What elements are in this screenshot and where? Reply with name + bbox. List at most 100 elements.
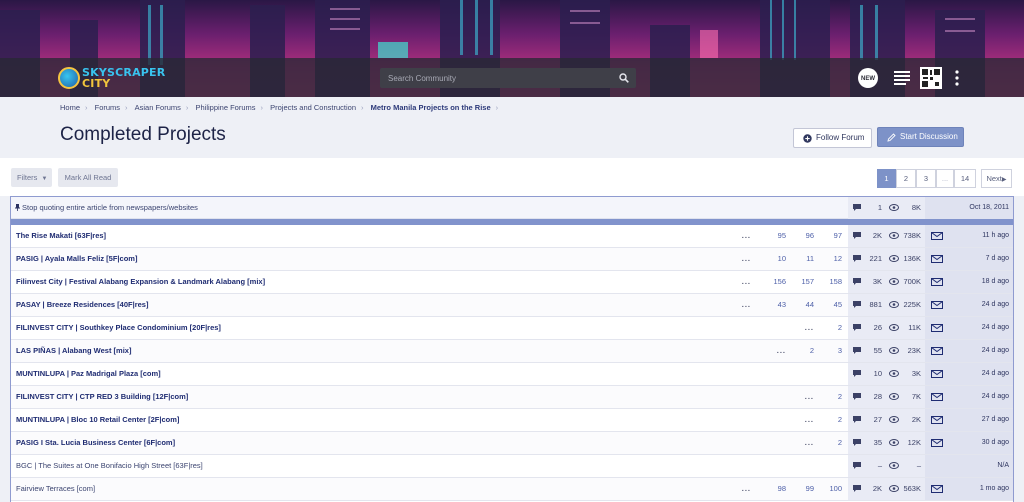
last-post-time[interactable]: 24 d ago (982, 317, 1009, 339)
thread-row[interactable]: PASIG | Ayala Malls Feliz [5F|com]... 10 1… (11, 248, 1013, 271)
thread-title[interactable]: MUNTINLUPA | Bloc 10 Retail Center [2F|c… (16, 409, 179, 431)
breadcrumb-projects[interactable]: Projects and Construction (270, 103, 356, 112)
thread-page-link[interactable]: 11 (788, 248, 814, 270)
thread-row[interactable]: PASIG I Sta. Lucia Business Center [6F|c… (11, 432, 1013, 455)
page-button-14[interactable]: 14 (954, 169, 976, 188)
thread-title[interactable]: PASIG | Ayala Malls Feliz [5F|com] (16, 248, 137, 270)
thread-page-link[interactable]: 3 (816, 340, 842, 362)
thread-row[interactable]: FILINVEST CITY | CTP RED 3 Building [12F… (11, 386, 1013, 409)
thread-page-link[interactable]: 44 (788, 294, 814, 316)
envelope-icon[interactable] (931, 255, 943, 263)
last-post-time[interactable]: 7 d ago (986, 248, 1009, 270)
last-post-time[interactable]: 24 d ago (982, 340, 1009, 362)
thread-page-link[interactable]: 96 (788, 225, 814, 247)
thread-page-link[interactable]: 10 (760, 248, 786, 270)
thread-title[interactable]: The Rise Makati [63F|res] (16, 225, 106, 247)
last-post-time[interactable]: 1 mo ago (980, 478, 1009, 500)
envelope-icon[interactable] (931, 485, 943, 493)
envelope-icon[interactable] (931, 416, 943, 424)
list-icon[interactable] (891, 67, 913, 89)
thread-page-link[interactable]: 43 (760, 294, 786, 316)
envelope-icon[interactable] (931, 439, 943, 447)
thread-page-link[interactable]: 158 (816, 271, 842, 293)
thread-page-link[interactable]: 12 (816, 248, 842, 270)
thread-title[interactable]: PASAY | Breeze Residences [40F|res] (16, 294, 148, 316)
breadcrumb-forums[interactable]: Forums (95, 103, 120, 112)
thread-row[interactable]: FILINVEST CITY | Southkey Place Condomin… (11, 317, 1013, 340)
view-count: 3K (911, 369, 921, 378)
filters-dropdown[interactable]: Filters ▼ (11, 168, 52, 187)
thread-row[interactable]: MUNTINLUPA | Paz Madrigal Plaza [com] 10 3… (11, 363, 1013, 386)
thread-page-link[interactable]: 156 (760, 271, 786, 293)
thread-row[interactable]: MUNTINLUPA | Bloc 10 Retail Center [2F|c… (11, 409, 1013, 432)
envelope-icon[interactable] (931, 347, 943, 355)
more-icon[interactable] (946, 67, 968, 89)
thread-page-link[interactable]: 2 (816, 409, 842, 431)
last-post-time[interactable]: 11 h ago (982, 225, 1009, 247)
last-post-time[interactable]: 24 d ago (982, 386, 1009, 408)
start-discussion-button[interactable]: Start Discussion (877, 127, 964, 147)
envelope-icon[interactable] (931, 393, 943, 401)
search-input[interactable] (380, 68, 610, 88)
envelope-icon[interactable] (931, 324, 943, 332)
follow-forum-button[interactable]: Follow Forum (793, 128, 872, 148)
thread-title[interactable]: BGC | The Suites at One Bonifacio High S… (16, 455, 203, 477)
thread-page-link[interactable]: 99 (788, 478, 814, 500)
thread-row[interactable]: BGC | The Suites at One Bonifacio High S… (11, 455, 1013, 478)
logo-line-2: CITY (82, 77, 111, 90)
thread-page-link[interactable]: 100 (816, 478, 842, 500)
mark-all-read-button[interactable]: Mark All Read (58, 168, 118, 187)
breadcrumb-metro-manila[interactable]: Metro Manila Projects on the Rise (371, 103, 491, 112)
thread-page-link[interactable]: 95 (760, 225, 786, 247)
last-post-cell: 24 d ago (925, 363, 1013, 385)
envelope-icon[interactable] (931, 301, 943, 309)
thread-page-link[interactable]: 97 (816, 225, 842, 247)
thread-title[interactable]: FILINVEST CITY | Southkey Place Condomin… (16, 317, 221, 339)
last-post-time[interactable]: 30 d ago (982, 432, 1009, 454)
thread-page-link[interactable]: 98 (760, 478, 786, 500)
thread-row[interactable]: Filinvest City | Festival Alabang Expans… (11, 271, 1013, 294)
page-button-1[interactable]: 1 (877, 169, 896, 188)
last-post-time[interactable]: 24 d ago (982, 294, 1009, 316)
sticky-thread-title[interactable]: Stop quoting entire article from newspap… (15, 197, 198, 219)
thread-title[interactable]: LAS PIÑAS | Alabang West [mix] (16, 340, 131, 362)
site-logo[interactable]: SKYSCRAPER CITY (58, 64, 168, 92)
new-posts-icon[interactable]: NEW (858, 68, 878, 88)
thread-title[interactable]: PASIG I Sta. Lucia Business Center [6F|c… (16, 432, 175, 454)
envelope-icon[interactable] (931, 370, 943, 378)
thread-page-link[interactable]: 45 (816, 294, 842, 316)
thread-row[interactable]: PASAY | Breeze Residences [40F|res]... 43… (11, 294, 1013, 317)
breadcrumb-home[interactable]: Home (60, 103, 80, 112)
page-button-3[interactable]: 3 (916, 169, 936, 188)
sticky-thread-row[interactable]: Stop quoting entire article from newspap… (11, 197, 1013, 219)
breadcrumb-philippine-forums[interactable]: Philippine Forums (195, 103, 255, 112)
thread-page-link[interactable]: 2 (816, 432, 842, 454)
envelope-icon[interactable] (931, 232, 943, 240)
breadcrumb-separator: › (260, 103, 264, 112)
thread-row[interactable]: Fairview Terraces [com]... 98 99 100 2K 563K 1… (11, 478, 1013, 501)
last-post-time[interactable]: 18 d ago (982, 271, 1009, 293)
last-post-time[interactable]: 24 d ago (982, 363, 1009, 385)
last-post-time[interactable]: 27 d ago (982, 409, 1009, 431)
qr-code-icon[interactable] (920, 67, 942, 89)
envelope-icon[interactable] (931, 278, 943, 286)
last-post-time[interactable]: N/A (997, 455, 1009, 477)
search-icon[interactable] (619, 73, 629, 83)
next-page-button[interactable]: Next▶ (981, 169, 1012, 188)
thread-page-link[interactable]: 2 (816, 317, 842, 339)
thread-page-link[interactable]: 157 (788, 271, 814, 293)
last-post-date[interactable]: Oct 18, 2011 (969, 197, 1009, 219)
breadcrumb-asian-forums[interactable]: Asian Forums (135, 103, 181, 112)
thread-row[interactable]: LAS PIÑAS | Alabang West [mix]... 2 3 55 23K… (11, 340, 1013, 363)
thread-title[interactable]: MUNTINLUPA | Paz Madrigal Plaza [com] (16, 363, 161, 385)
reply-count-icon (853, 485, 861, 492)
thread-title[interactable]: FILINVEST CITY | CTP RED 3 Building [12F… (16, 386, 188, 408)
thread-page-link[interactable]: 2 (788, 340, 814, 362)
thread-title[interactable]: Filinvest City | Festival Alabang Expans… (16, 271, 265, 293)
thread-page-link[interactable]: 2 (816, 386, 842, 408)
thread-row[interactable]: The Rise Makati [63F|res]... 95 96 97 2K 738K… (11, 225, 1013, 248)
reply-count: 3K (872, 277, 882, 286)
page-ellipsis: ... (741, 231, 751, 240)
thread-title[interactable]: Fairview Terraces [com] (16, 478, 95, 500)
page-button-2[interactable]: 2 (896, 169, 916, 188)
